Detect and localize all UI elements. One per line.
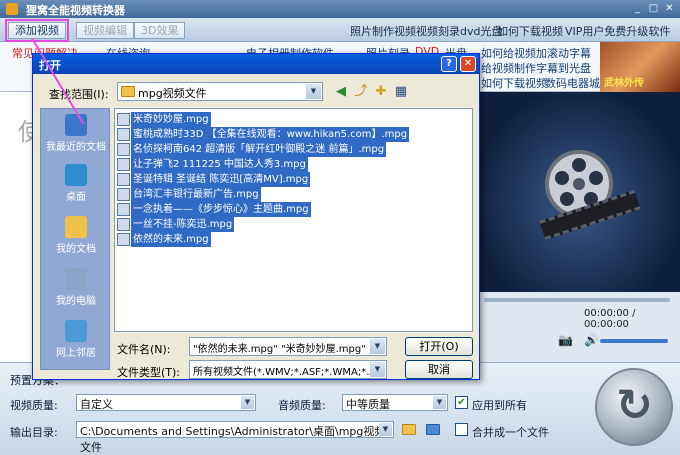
desktop-icon [65,164,87,186]
help-icon[interactable]: ? [441,56,457,72]
file-type-label: 文件类型(T): [117,366,181,379]
look-in-label: 查找范围(I): [49,88,109,101]
camera-icon[interactable]: 📷 [558,333,573,347]
video-file-icon [117,173,130,186]
video-file-icon [117,233,130,246]
time-display: 00:00:00 / 00:00:00 [584,308,636,330]
recent-documents-icon [65,114,87,136]
video-edit-button[interactable]: 视频编辑 [76,22,134,39]
place-my-documents[interactable]: 我的文档 [41,213,111,259]
cancel-button[interactable]: 取消 [405,360,473,379]
place-desktop[interactable]: 桌面 [41,161,111,207]
chevron-down-icon: ▼ [370,339,385,354]
ad-caption: 武林外传 [604,78,644,89]
toolbar: 添加视频 视频编辑 3D效果 照片制作视频 视频刻录dvd光盘 如何下载视频 V… [0,18,680,42]
chevron-down-icon: ▼ [370,362,385,377]
banner-electronics-link[interactable]: 数码电器城 [545,75,600,91]
video-file-icon [117,128,130,141]
network-icon [65,320,87,342]
maximize-icon[interactable]: □ [646,2,661,15]
look-in-select[interactable]: mpg视频文件 ▼ [117,82,323,101]
add-video-button[interactable]: 添加视频 [5,19,69,42]
audio-quality-select[interactable]: 中等质量 ▼ [342,394,448,411]
video-quality-select[interactable]: 自定义 ▼ [76,394,256,411]
photo-to-video-link[interactable]: 照片制作视频 [350,23,416,39]
place-network[interactable]: 网上邻居 [41,317,111,363]
convert-arrow-icon: ↻ [616,380,653,431]
video-file-icon [117,188,130,201]
apply-all-label: 应用到所有 [472,399,527,412]
file-type-select[interactable]: 所有视频文件(*.WMV;*.ASF;*.WMA;*.AVI; ▼ [189,360,387,379]
new-folder-icon[interactable]: ✚ [373,84,389,100]
app-title: 狸窝全能视频转换器 [26,4,125,17]
close-icon[interactable]: ✕ [662,2,677,15]
folder-icon [121,86,135,97]
video-quality-label: 视频质量: [10,399,58,412]
open-file-dialog: 打开 ? ✕ 查找范围(I): mpg视频文件 ▼ ◀ ⤴ ✚ ▦ 我最近的文档… [32,53,480,380]
audio-quality-label: 音频质量: [278,399,326,412]
view-menu-icon[interactable]: ▦ [393,84,409,100]
dialog-close-icon[interactable]: ✕ [460,56,476,72]
open-button[interactable]: 打开(O) [405,337,473,356]
up-folder-icon[interactable]: ⤴ [353,84,369,100]
burn-dvd-link[interactable]: 视频刻录dvd光盘 [416,23,502,39]
title-bar: 狸窝全能视频转换器 _ □ ✕ [0,0,680,18]
volume-icon[interactable]: 🔊 [584,333,599,347]
video-file-icon [117,203,130,216]
video-file-icon [117,158,130,171]
vip-upgrade-link[interactable]: VIP用户免费升级软件 [565,23,670,39]
merge-label: 合并成一个文件 [472,426,549,439]
file-name-label: 文件名(N): [117,343,171,356]
my-documents-icon [65,216,87,238]
file-name-input[interactable]: "依然的未来.mpg" "米奇妙妙屋.mpg" "蜜 ▼ [189,337,387,356]
places-bar: 我最近的文档 桌面 我的文档 我的电脑 网上邻居 [40,108,110,370]
volume-slider[interactable] [600,339,668,343]
banner-subtitle-disc-link[interactable]: 给视频制作字幕到光盘 [481,60,591,76]
browse-folder-icon[interactable] [402,424,416,435]
chevron-down-icon: ▼ [433,396,446,409]
chevron-down-icon: ▼ [379,423,392,436]
open-folder-icon[interactable] [426,424,440,435]
apply-all-checkbox[interactable]: ✔ [455,396,468,409]
download-video-link[interactable]: 如何下载视频 [497,23,563,39]
output-dir-select[interactable]: C:\Documents and Settings\Administrator\… [76,421,394,454]
minimize-icon[interactable]: _ [630,2,645,15]
chevron-down-icon: ▼ [241,396,254,409]
3d-effect-button[interactable]: 3D效果 [134,22,186,39]
place-recent[interactable]: 我最近的文档 [41,111,111,157]
chevron-down-icon: ▼ [306,84,321,99]
back-icon[interactable]: ◀ [333,84,349,100]
banner-subtitle-link[interactable]: 如何给视频加滚动字幕 [481,45,591,61]
place-my-computer[interactable]: 我的电脑 [41,265,111,311]
video-file-icon [117,218,130,231]
banner-download-link[interactable]: 如何下载视频 [481,75,547,91]
my-computer-icon [65,268,87,290]
video-file-icon [117,113,130,126]
video-file-icon [117,143,130,156]
merge-checkbox[interactable] [455,423,468,436]
app-logo-icon [6,3,18,15]
seek-bar[interactable] [484,298,670,302]
output-dir-label: 输出目录: [10,426,58,439]
dialog-title-bar: 打开 ? ✕ [33,54,479,74]
file-list[interactable]: 米奇妙妙屋.mpg 蜜桃成熟时33D 【全集在线观看：www.hikan5.co… [114,108,473,332]
